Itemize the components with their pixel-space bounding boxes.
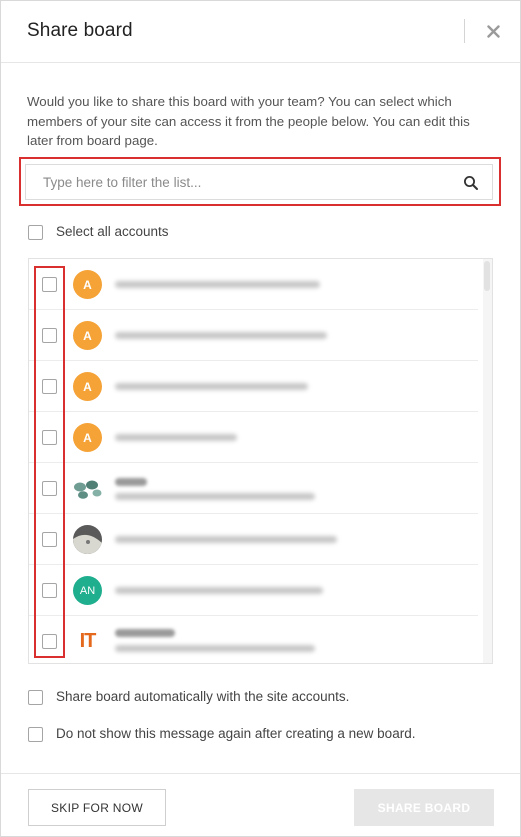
filter-box — [25, 164, 493, 200]
avatar: A — [73, 321, 102, 350]
share-board-button[interactable]: SHARE BOARD — [354, 789, 494, 826]
list-scrollbar-track[interactable] — [483, 259, 492, 663]
dialog-title: Share board — [27, 20, 133, 41]
redacted-name — [115, 629, 175, 637]
header-divider — [464, 19, 465, 43]
redacted-name — [115, 478, 147, 486]
auto-share-checkbox[interactable] — [28, 690, 43, 705]
auto-share-label: Share board automatically with the site … — [56, 689, 350, 704]
redacted-email — [115, 645, 315, 652]
select-all-checkbox[interactable] — [28, 225, 43, 240]
accounts-list[interactable]: A A A A AN IT — [28, 258, 493, 664]
list-scrollbar-thumb[interactable] — [484, 261, 490, 291]
dialog-header: Share board — [1, 1, 520, 63]
redacted-email — [115, 383, 308, 390]
account-row[interactable] — [29, 514, 478, 565]
account-row[interactable]: A — [29, 310, 478, 361]
account-row[interactable]: AN — [29, 565, 478, 616]
avatar-photo — [73, 474, 102, 503]
search-icon[interactable] — [463, 175, 479, 191]
redacted-email — [115, 587, 323, 594]
redacted-email — [115, 281, 320, 288]
avatar: A — [73, 423, 102, 452]
close-button[interactable] — [481, 18, 505, 44]
redacted-email — [115, 332, 327, 339]
avatar: A — [73, 372, 102, 401]
account-row[interactable] — [29, 463, 478, 514]
dialog-description: Would you like to share this board with … — [27, 94, 470, 148]
dont-show-again-checkbox[interactable] — [28, 727, 43, 742]
close-icon — [486, 24, 500, 38]
checkboxes-highlight-outline — [34, 266, 65, 658]
dont-show-again-label: Do not show this message again after cre… — [56, 726, 416, 741]
avatar: AN — [73, 576, 102, 605]
filter-input[interactable] — [27, 166, 447, 198]
share-board-dialog: Share board Would you like to share this… — [0, 0, 521, 837]
avatar-photo — [73, 525, 102, 554]
user-photo-icon — [73, 525, 102, 554]
select-all-label: Select all accounts — [56, 224, 169, 239]
avatar-logo: IT — [73, 627, 102, 656]
redacted-email — [115, 493, 315, 500]
account-row[interactable]: A — [29, 361, 478, 412]
account-row[interactable]: A — [29, 412, 478, 463]
redacted-email — [115, 536, 337, 543]
account-row[interactable]: A — [29, 259, 478, 310]
skip-for-now-button[interactable]: SKIP FOR NOW — [28, 789, 166, 826]
avatar: A — [73, 270, 102, 299]
account-row[interactable]: IT — [29, 616, 478, 663]
redacted-email — [115, 434, 237, 441]
stones-photo-icon — [74, 480, 102, 499]
